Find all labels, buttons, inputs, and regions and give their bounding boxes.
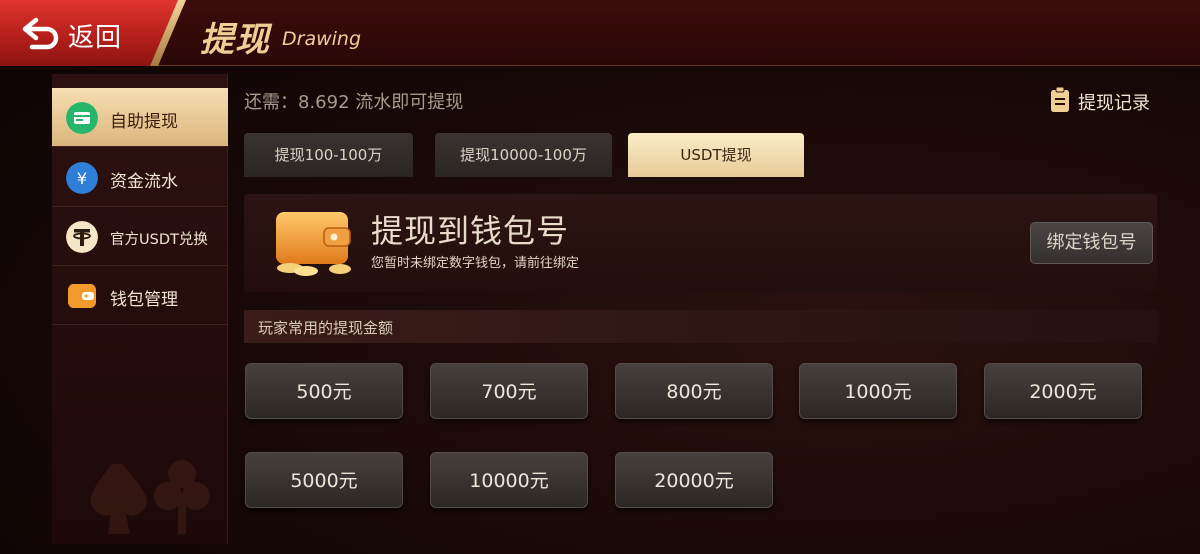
sidebar-item-usdt-exchange[interactable]: 官方USDT兑换 [52,207,228,266]
common-amounts-label: 玩家常用的提现金额 [258,319,394,337]
remaining-turnover-text: 还需：8.692 流水即可提现 [244,92,464,113]
sidebar-item-wallet-management[interactable]: 钱包管理 [52,266,228,325]
amount-button-1000[interactable]: 1000元 [799,363,957,419]
sidebar-item-self-withdraw[interactable]: 自助提现 [52,88,228,147]
sidebar-item-label: 官方USDT兑换 [110,232,208,248]
back-arrow-icon [22,17,59,50]
amount-button-2000[interactable]: 2000元 [984,363,1142,419]
withdraw-record-label: 提现记录 [1078,93,1150,114]
tab-withdraw-100[interactable]: 提现100-100万 [244,133,413,177]
tab-usdt-withdraw[interactable]: USDT提现 [628,133,804,177]
amount-button-5000[interactable]: 5000元 [245,452,403,508]
yuan-coin-icon: ¥ [66,162,98,194]
page-title: 提现 [200,20,270,60]
wallet-icon [68,284,96,308]
sidebar-item-fund-flow[interactable]: ¥ 资金流水 [52,148,228,207]
bind-wallet-button[interactable]: 绑定钱包号 [1030,222,1153,264]
wallet-panel: 提现到钱包号 您暂时未绑定数字钱包，请前往绑定 绑定钱包号 [244,194,1157,292]
back-button[interactable]: 返回 [0,0,178,66]
withdraw-card-icon [66,102,98,134]
amount-button-700[interactable]: 700元 [430,363,588,419]
amount-button-10000[interactable]: 10000元 [430,452,588,508]
tab-withdraw-10000[interactable]: 提现10000-100万 [435,133,612,177]
clipboard-icon [1051,87,1069,112]
sidebar: 自助提现 ¥ 资金流水 官方USDT兑换 钱包管理 [52,74,228,544]
sidebar-item-label: 资金流水 [110,172,178,192]
wallet-title: 提现到钱包号 [371,212,570,250]
top-bar: 返回 提现 Drawing [0,0,1200,66]
wallet-subtitle: 您暂时未绑定数字钱包，请前往绑定 [371,256,580,271]
amount-button-500[interactable]: 500元 [245,363,403,419]
tether-icon [66,221,98,253]
page-title-english: Drawing [282,28,362,50]
card-suit-decoration-icon [90,460,210,534]
common-amounts-header: 玩家常用的提现金额 [244,310,1157,343]
golden-wallet-icon [276,212,351,276]
back-label: 返回 [68,23,123,53]
amount-button-20000[interactable]: 20000元 [615,452,773,508]
sidebar-item-label: 自助提现 [110,112,178,132]
amount-button-800[interactable]: 800元 [615,363,773,419]
sidebar-item-label: 钱包管理 [110,290,178,310]
svg-text:¥: ¥ [77,169,87,188]
